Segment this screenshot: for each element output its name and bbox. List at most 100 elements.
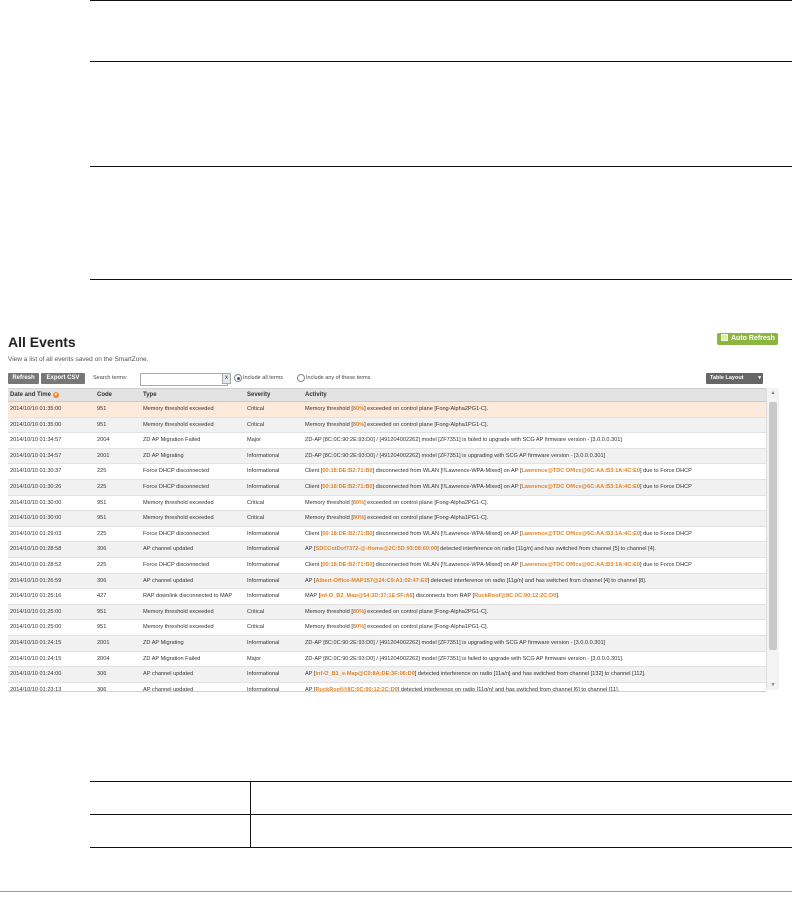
- auto-refresh-label: Auto Refresh: [731, 335, 775, 342]
- scrollbar-thumb[interactable]: [769, 402, 777, 650]
- activity-link[interactable]: 80%: [353, 609, 364, 615]
- activity-link[interactable]: 00:18:DE:B2:71:B0: [322, 468, 372, 474]
- cell-date: 2014/10/10 01:25:16: [10, 593, 62, 600]
- table-row[interactable]: 2014/10/10 01:34:57 2004 ZD AP Migration F…: [8, 433, 766, 449]
- cell-severity: Informational: [247, 530, 280, 537]
- table-row[interactable]: 2014/10/10 01:25:00 951 Memory threshold e…: [8, 620, 766, 636]
- cell-date: 2014/10/10 01:30:00: [10, 499, 62, 506]
- cell-code: 225: [97, 468, 107, 475]
- table-row[interactable]: 2014/10/10 01:34:57 2001 ZD AP Migrating In…: [8, 448, 766, 465]
- table-row[interactable]: 2014/10/10 01:30:00 951 Memory threshold e…: [8, 511, 766, 527]
- cell-activity: Client [00:18:DE:B2:71:B0] disconnected …: [305, 558, 766, 573]
- cell-date: 2014/10/10 01:23:13: [10, 686, 62, 692]
- scroll-up-icon[interactable]: ▲: [769, 390, 777, 396]
- activity-text: ] exceeded on control plane [Fong-Alpha1…: [364, 421, 489, 428]
- table-layout-label: Table Layout: [710, 375, 744, 381]
- table-row[interactable]: 2014/10/10 01:29:03 225 Force DHCP disconn…: [8, 527, 766, 543]
- activity-text: AP [: [305, 546, 316, 553]
- cell-code: 951: [97, 499, 107, 506]
- cell-code: 2001: [97, 639, 110, 646]
- include-any-radio[interactable]: [297, 374, 305, 382]
- activity-text: ] disconnected from WLAN [!!Lawrence-WPA…: [372, 468, 522, 475]
- cell-type: Memory threshold exceeded: [143, 515, 214, 522]
- table-row[interactable]: 2014/10/10 01:23:13 306 AP channel updated…: [8, 683, 766, 692]
- table-row[interactable]: 2014/10/10 01:25:00 951 Memory threshold e…: [8, 604, 766, 621]
- activity-text: ] disconnected from WLAN [!!Lawrence-WPA…: [372, 561, 522, 568]
- cell-type: Memory threshold exceeded: [143, 406, 214, 412]
- activity-link[interactable]: 00:18:DE:B2:71:B0: [322, 562, 372, 568]
- cell-type: Force DHCP disconnected: [143, 483, 210, 490]
- activity-text: ] detected interference on radio [11g/n]…: [427, 577, 647, 584]
- table-row[interactable]: 2014/10/10 01:24:15 2001 ZD AP Migrating In…: [8, 635, 766, 652]
- activity-link[interactable]: 00:18:DE:B2:71:B0: [322, 484, 372, 490]
- table-row[interactable]: 2014/10/10 01:26:59 306 AP channel updated…: [8, 573, 766, 590]
- scroll-down-icon[interactable]: ▼: [769, 682, 777, 688]
- auto-refresh-button[interactable]: Auto Refresh: [717, 333, 778, 345]
- table-row[interactable]: 2014/10/10 01:28:58 306 AP channel updated…: [8, 542, 766, 558]
- cell-code: 225: [97, 561, 107, 568]
- activity-link[interactable]: RuckRoof@8C:0C:90:12:2C:D0: [474, 593, 556, 599]
- column-header-date[interactable]: Date and Time ▾: [10, 389, 59, 401]
- activity-link[interactable]: inf-O_B1_e-Map@C0:8A:DE:3F:06:D0: [315, 671, 414, 677]
- cell-activity: Client [00:18:DE:B2:71:B0] disconnected …: [305, 464, 766, 479]
- column-header-code[interactable]: Code: [97, 389, 112, 401]
- activity-link[interactable]: 80%: [353, 500, 364, 506]
- cell-activity: ZD-AP [8C:0C:90:2E:93:D0] / [49120400226…: [305, 433, 766, 448]
- activity-link[interactable]: 80%: [353, 422, 364, 428]
- rule: [90, 279, 792, 280]
- activity-link[interactable]: Lawrence@TDC Office@6C:AA:B3:1A:4C:E0: [522, 531, 640, 537]
- table-row[interactable]: 2014/10/10 01:30:00 951 Memory threshold e…: [8, 496, 766, 512]
- activity-link[interactable]: 80%: [353, 624, 364, 630]
- table-row[interactable]: 2014/10/10 01:35:00 951 Memory threshold e…: [8, 402, 766, 418]
- activity-link[interactable]: inf-O_B2_Map@54:3D:37:1E:5F:A6: [320, 593, 413, 599]
- refresh-button[interactable]: Refresh: [8, 373, 39, 384]
- table-header: Date and Time ▾ Code Type Severity Activi…: [8, 389, 766, 402]
- cell-code: 951: [97, 624, 107, 631]
- table-row[interactable]: 2014/10/10 01:30:37 225 Force DHCP disconn…: [8, 464, 766, 480]
- cell-severity: Critical: [247, 406, 265, 412]
- cell-type: AP channel updated: [143, 577, 194, 584]
- cell-date: 2014/10/10 01:35:00: [10, 421, 62, 428]
- activity-text: ] detected interference on radio [11a/n]…: [414, 671, 646, 678]
- activity-link[interactable]: Lawrence@TDC Office@6C:AA:B3:1A:4C:E0: [522, 484, 640, 490]
- activity-link[interactable]: 80%: [353, 406, 364, 412]
- activity-link[interactable]: Lawrence@TDC Office@6C:AA:B3:1A:4C:E0: [522, 562, 640, 568]
- cell-activity: AP [SDCCotDof7372-@-Home@2C:5D:93:08:69:…: [305, 542, 766, 557]
- activity-text: ] due to Force DHCP: [639, 483, 692, 490]
- cell-date: 2014/10/10 01:28:58: [10, 546, 62, 553]
- table-row[interactable]: 2014/10/10 01:30:26 225 Force DHCP disconn…: [8, 479, 766, 496]
- activity-link[interactable]: 80%: [353, 515, 364, 521]
- activity-link[interactable]: Albert-Office-MAP157@24:C9:A1:02:47:E0: [315, 578, 427, 584]
- clear-search-icon[interactable]: x: [222, 373, 231, 384]
- table-row[interactable]: 2014/10/10 01:25:16 427 RAP downlink disco…: [8, 589, 766, 605]
- export-csv-button[interactable]: Export CSV: [41, 373, 85, 384]
- table-row[interactable]: 2014/10/10 01:28:52 225 Force DHCP disconn…: [8, 558, 766, 574]
- cell-severity: Informational: [247, 546, 280, 553]
- table-row[interactable]: 2014/10/10 01:24:00 306 AP channel updated…: [8, 667, 766, 683]
- table-row[interactable]: 2014/10/10 01:24:15 2004 ZD AP Migration F…: [8, 652, 766, 668]
- search-input[interactable]: [140, 373, 228, 386]
- activity-text: ] detected interference on radio [11g/n]…: [437, 546, 656, 553]
- table-body: 2014/10/10 01:35:00 951 Memory threshold e…: [8, 402, 766, 692]
- activity-link[interactable]: SDCCotDof7372-@-Home@2C:5D:93:08:69:00: [315, 546, 437, 552]
- activity-link[interactable]: RuckRoof@8C:0C:90:12:2C:D0: [315, 687, 397, 691]
- table-row[interactable]: 2014/10/10 01:35:00 951 Memory threshold e…: [8, 417, 766, 434]
- activity-link[interactable]: Lawrence@TDC Office@6C:AA:B3:1A:4C:E0: [522, 468, 640, 474]
- cell-activity: Memory threshold [80%] exceeded on contr…: [305, 418, 766, 433]
- page-subtitle: View a list of all events saved on the S…: [8, 356, 149, 363]
- column-header-severity[interactable]: Severity: [247, 389, 270, 401]
- cell-type: Force DHCP disconnected: [143, 561, 210, 568]
- column-header-activity[interactable]: Activity: [305, 389, 327, 401]
- include-all-radio[interactable]: [234, 374, 242, 382]
- cell-activity: Memory threshold [80%] exceeded on contr…: [305, 620, 766, 635]
- cell-type: Memory threshold exceeded: [143, 624, 214, 631]
- table-layout-button[interactable]: Table Layout ▾: [706, 373, 763, 384]
- cell-code: 306: [97, 686, 107, 692]
- activity-text: ] exceeded on control plane [Fong-Alpha1…: [364, 624, 489, 631]
- cell-type: Memory threshold exceeded: [143, 499, 214, 506]
- vertical-scrollbar[interactable]: ▲ ▼: [766, 388, 779, 690]
- activity-link[interactable]: 00:18:DE:B2:71:B0: [322, 531, 372, 537]
- cell-type: ZD AP Migration Failed: [143, 655, 201, 662]
- cell-severity: Critical: [247, 608, 265, 615]
- column-header-type[interactable]: Type: [143, 389, 157, 401]
